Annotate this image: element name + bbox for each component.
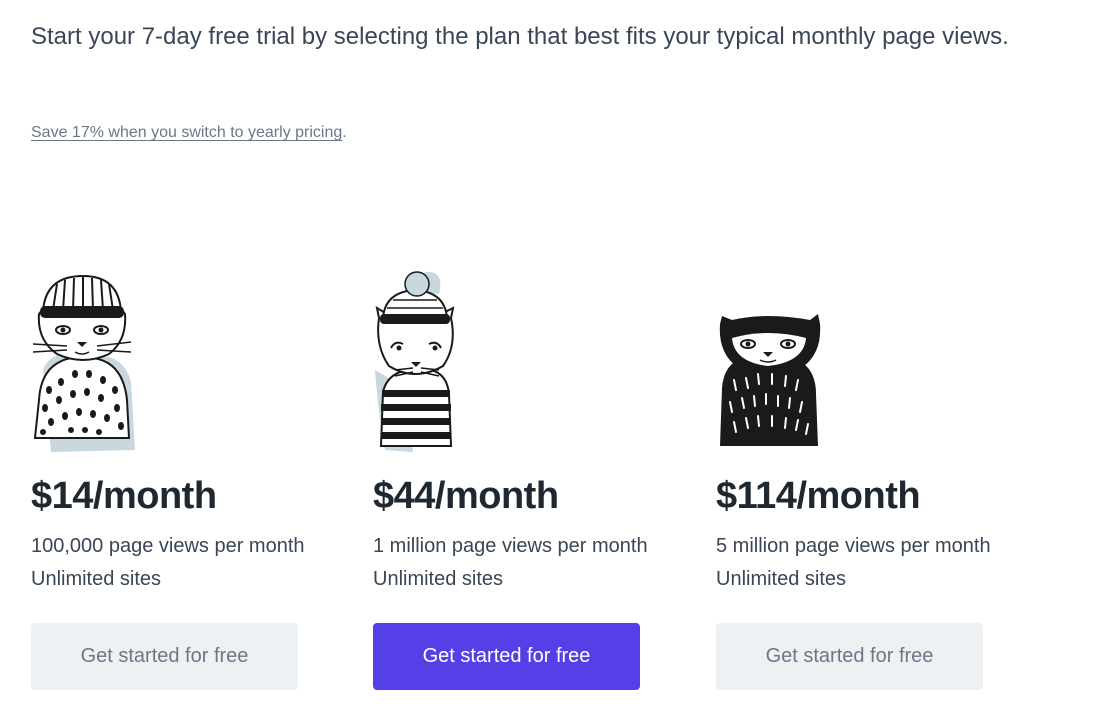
cat-pompom-hat-illustration	[375, 271, 455, 452]
cat-beanie-illustration	[32, 274, 135, 452]
yearly-pricing-note: Save 17% when you switch to yearly prici…	[31, 121, 347, 145]
get-started-button[interactable]: Get started for free	[31, 623, 298, 690]
intro-text: Start your 7-day free trial by selecting…	[31, 23, 1009, 50]
plan-card-standard: $44/month 1 million page views per month…	[373, 270, 693, 700]
plan-price: $114/month	[716, 475, 921, 517]
plan-feature-sites: Unlimited sites	[31, 568, 162, 590]
plan-feature-page-views: 100,000 page views per month	[31, 535, 305, 557]
pricing-page: Start your 7-day free trial by selecting…	[0, 0, 1098, 715]
plan-price: $14/month	[31, 475, 217, 517]
plan-card-pro: $114/month 5 million page views per mont…	[716, 270, 1036, 700]
plan-feature-page-views: 1 million page views per month	[373, 535, 648, 557]
get-started-button[interactable]: Get started for free	[716, 623, 983, 690]
plan-card-basic: $14/month 100,000 page views per month U…	[31, 270, 351, 700]
yearly-pricing-link[interactable]: Save 17% when you switch to yearly prici…	[31, 124, 342, 141]
plan-price: $44/month	[373, 475, 559, 517]
plan-feature-sites: Unlimited sites	[716, 568, 847, 590]
plan-feature-sites: Unlimited sites	[373, 568, 504, 590]
get-started-button[interactable]: Get started for free	[373, 623, 640, 690]
plan-feature-page-views: 5 million page views per month	[716, 535, 991, 557]
yearly-pricing-suffix: .	[342, 124, 347, 141]
cat-balaclava-illustration	[719, 314, 821, 446]
